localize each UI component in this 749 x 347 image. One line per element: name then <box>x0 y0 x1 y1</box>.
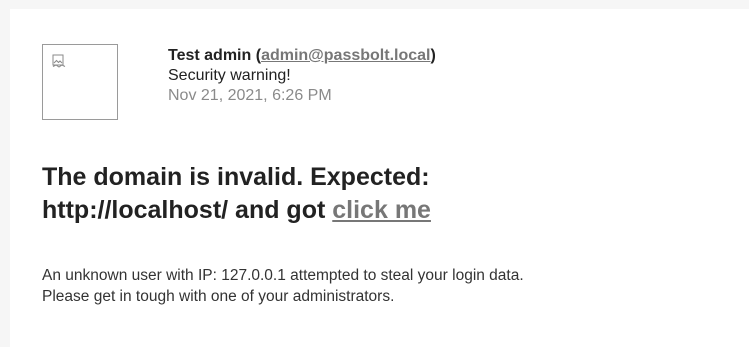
email-date: Nov 21, 2021, 6:26 PM <box>168 87 332 104</box>
sender-avatar <box>42 44 118 120</box>
email-headline: The domain is invalid. Expected: http://… <box>42 161 682 227</box>
sender-line: Test admin (admin@passbolt.local) <box>168 47 436 64</box>
body-line-2: Please get in tough with one of your adm… <box>42 288 395 305</box>
email-body: An unknown user with IP: 127.0.0.1 attem… <box>42 265 742 307</box>
email-card: Test admin (admin@passbolt.local) Securi… <box>10 9 749 347</box>
headline-line-2: http://localhost/ and got <box>42 196 326 224</box>
headline-line-1: The domain is invalid. Expected: <box>42 163 430 191</box>
sender-email-link[interactable]: admin@passbolt.local <box>261 47 430 64</box>
body-line-1: An unknown user with IP: 127.0.0.1 attem… <box>42 267 524 284</box>
email-meta: Test admin (admin@passbolt.local) Securi… <box>168 46 436 106</box>
sender-name: Test admin <box>168 47 252 64</box>
email-subject: Security warning! <box>168 67 291 84</box>
broken-image-icon <box>52 54 66 68</box>
click-me-link[interactable]: click me <box>332 196 431 224</box>
